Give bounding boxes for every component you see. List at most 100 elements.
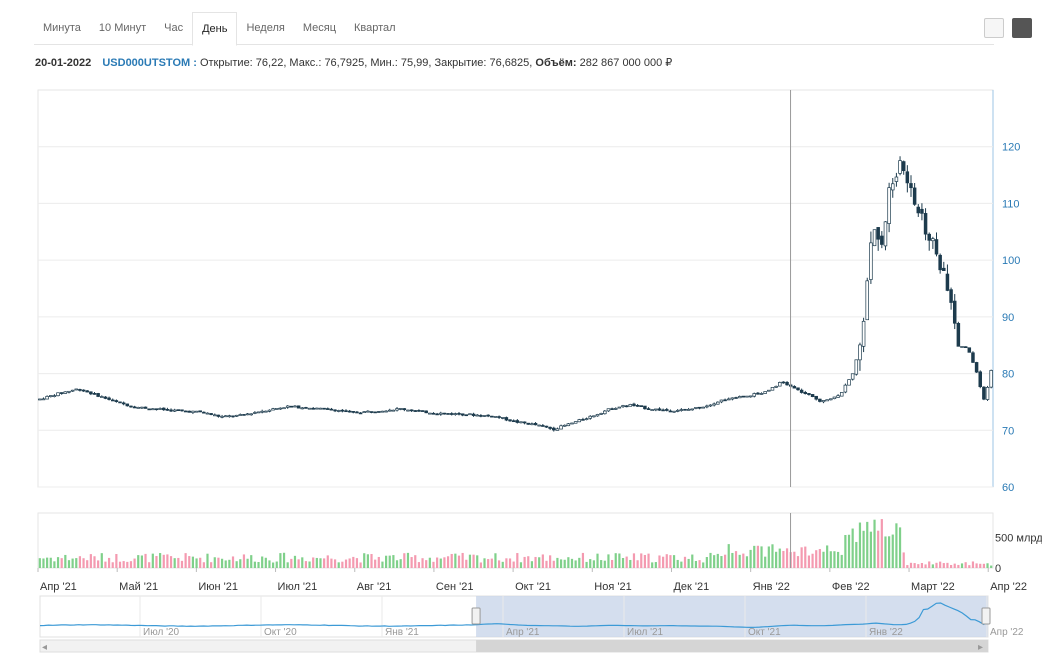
candle-body bbox=[730, 397, 735, 400]
volume-bar bbox=[323, 558, 326, 568]
volume-bar bbox=[479, 562, 482, 568]
candle-body bbox=[912, 187, 917, 205]
volume-bar bbox=[968, 565, 971, 568]
candle-body bbox=[956, 323, 961, 347]
volume-bar bbox=[505, 558, 508, 568]
candle-body bbox=[227, 415, 232, 418]
volume-bar bbox=[395, 560, 399, 568]
candle-body bbox=[304, 407, 308, 409]
candle-body bbox=[920, 208, 924, 214]
volume-bar bbox=[669, 555, 672, 568]
x-tick-label: Окт '21 bbox=[515, 581, 551, 593]
candle-body bbox=[901, 161, 906, 172]
volume-bar bbox=[169, 556, 173, 568]
candle-body bbox=[934, 239, 939, 255]
candle-body bbox=[675, 410, 680, 412]
volume-bar bbox=[731, 552, 734, 568]
volume-bar bbox=[38, 558, 41, 568]
candle-body bbox=[599, 413, 603, 415]
candle-body bbox=[657, 408, 662, 411]
candle-body bbox=[420, 410, 425, 412]
candle-body bbox=[205, 412, 210, 415]
candle-body bbox=[894, 176, 899, 182]
volume-bar bbox=[698, 560, 701, 568]
volume-bar bbox=[957, 564, 960, 568]
candle-body bbox=[515, 420, 520, 423]
candle-body bbox=[395, 408, 399, 411]
volume-bar bbox=[658, 555, 661, 568]
candle-body bbox=[967, 347, 972, 353]
price-chart[interactable]: 60 70 80 90 100 110 120 0 500 млрд Апр '21 Май '21… bbox=[0, 0, 1042, 661]
volume-bar bbox=[279, 553, 282, 568]
volume-bar bbox=[399, 559, 402, 568]
candle-body bbox=[923, 213, 928, 235]
volume-bar bbox=[847, 534, 851, 568]
candle-body bbox=[326, 408, 330, 410]
candle-body bbox=[519, 421, 523, 424]
volume-bar bbox=[749, 549, 752, 568]
volume-bar bbox=[341, 561, 344, 568]
volume-bar bbox=[348, 558, 351, 568]
volume-bar bbox=[224, 560, 227, 568]
volume-bar bbox=[647, 553, 650, 568]
volume-bar bbox=[549, 555, 552, 568]
candle-body bbox=[909, 183, 913, 189]
volume-bar bbox=[184, 553, 187, 568]
candle-body bbox=[588, 415, 592, 419]
x-tick-label: Июл '21 bbox=[278, 581, 318, 593]
volume-bar bbox=[86, 560, 89, 568]
candle-body bbox=[949, 289, 953, 303]
volume-bar bbox=[942, 563, 945, 568]
volume-bar bbox=[436, 557, 439, 568]
candle-body bbox=[74, 388, 79, 391]
volume-bar bbox=[895, 523, 898, 568]
navigator-scrollbar-thumb bbox=[476, 640, 988, 652]
candle-body bbox=[799, 389, 804, 393]
candle-body bbox=[960, 346, 964, 348]
candle-body bbox=[398, 408, 403, 410]
candle-body bbox=[449, 413, 454, 415]
volume-bar bbox=[676, 559, 679, 568]
candle-body bbox=[282, 407, 286, 410]
volume-bar bbox=[931, 564, 934, 568]
candle-body bbox=[63, 391, 68, 394]
volume-bar bbox=[541, 554, 544, 568]
y-tick-label: 110 bbox=[1002, 198, 1020, 210]
volume-bar bbox=[148, 562, 151, 568]
x-tick-label: Март '22 bbox=[911, 581, 955, 593]
candle-body bbox=[708, 404, 713, 407]
candle-body bbox=[41, 398, 46, 401]
volume-bar bbox=[723, 554, 727, 568]
candle-body bbox=[624, 405, 629, 408]
candle-body bbox=[103, 396, 108, 399]
candle-body bbox=[533, 422, 538, 426]
volume-bar bbox=[217, 557, 220, 568]
candle-body bbox=[971, 352, 975, 363]
candle-body bbox=[508, 419, 512, 422]
volume-bar bbox=[888, 536, 891, 568]
volume-bar bbox=[782, 550, 785, 568]
candle-body bbox=[107, 397, 111, 400]
candle-body bbox=[807, 393, 811, 395]
candle-body bbox=[475, 414, 479, 417]
candle-body bbox=[336, 410, 341, 412]
volume-bar bbox=[67, 560, 71, 568]
volume-bar bbox=[862, 530, 865, 568]
volume-bar bbox=[388, 555, 391, 568]
candle-body bbox=[781, 381, 786, 384]
volume-bar bbox=[855, 541, 858, 568]
volume-bar bbox=[603, 560, 606, 568]
candle-body bbox=[701, 406, 705, 409]
candle-body bbox=[439, 412, 443, 415]
volume-bar bbox=[370, 554, 373, 568]
volume-bar bbox=[111, 562, 114, 568]
candle-body bbox=[719, 399, 724, 403]
candle-body bbox=[541, 425, 545, 427]
volume-bar bbox=[625, 556, 628, 568]
candle-body bbox=[322, 407, 326, 410]
candle-body bbox=[818, 398, 822, 402]
volume-bar bbox=[665, 554, 668, 568]
candle-body bbox=[650, 409, 654, 411]
volume-bar bbox=[523, 556, 526, 568]
candle-body bbox=[307, 407, 312, 410]
